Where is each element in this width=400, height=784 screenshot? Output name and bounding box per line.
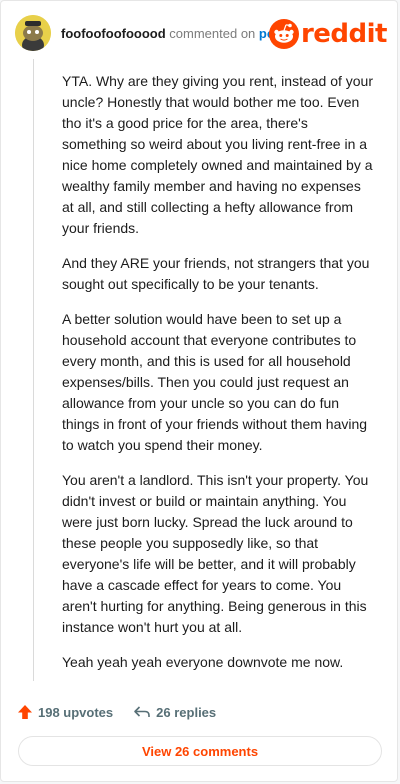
- comment-paragraph: A better solution would have been to set…: [62, 311, 368, 453]
- comment-body: YTA. Why are they giving you rent, inste…: [62, 71, 376, 687]
- reply-count: 26 replies: [156, 704, 217, 720]
- reddit-snoo-icon: [268, 19, 299, 49]
- snoo-avatar-icon: [15, 15, 51, 51]
- view-comments-button[interactable]: View 26 comments: [18, 736, 382, 766]
- comment-paragraph: You aren't a landlord. This isn't your p…: [62, 472, 369, 635]
- upvote-arrow-icon: [18, 705, 32, 719]
- username-link[interactable]: foofoofoofooood: [61, 26, 166, 41]
- comment-paragraph: YTA. Why are they giving you rent, inste…: [62, 73, 374, 236]
- comment-paragraph: Yeah yeah yeah everyone downvote me now.: [62, 654, 344, 670]
- upvote-count: 198 upvotes: [38, 704, 114, 720]
- reddit-wordmark: reddit: [300, 19, 388, 49]
- comment-actions: 198 upvotes 26 replies: [17, 699, 236, 725]
- reddit-logo[interactable]: reddit: [268, 17, 388, 51]
- reply-button[interactable]: 26 replies: [133, 704, 216, 720]
- comment-card: foofoofoofooood commented on post reddit…: [0, 0, 398, 782]
- thread-line: [33, 59, 34, 681]
- comment-header: foofoofoofooood commented on post reddit: [15, 15, 388, 55]
- commented-label: commented on: [169, 26, 256, 41]
- comment-paragraph: And they ARE your friends, not strangers…: [62, 255, 370, 292]
- upvote-button[interactable]: 198 upvotes: [17, 704, 113, 720]
- reply-arrow-icon: [134, 706, 150, 717]
- avatar[interactable]: [15, 15, 51, 51]
- comment-meta: foofoofoofooood commented on post: [61, 26, 286, 41]
